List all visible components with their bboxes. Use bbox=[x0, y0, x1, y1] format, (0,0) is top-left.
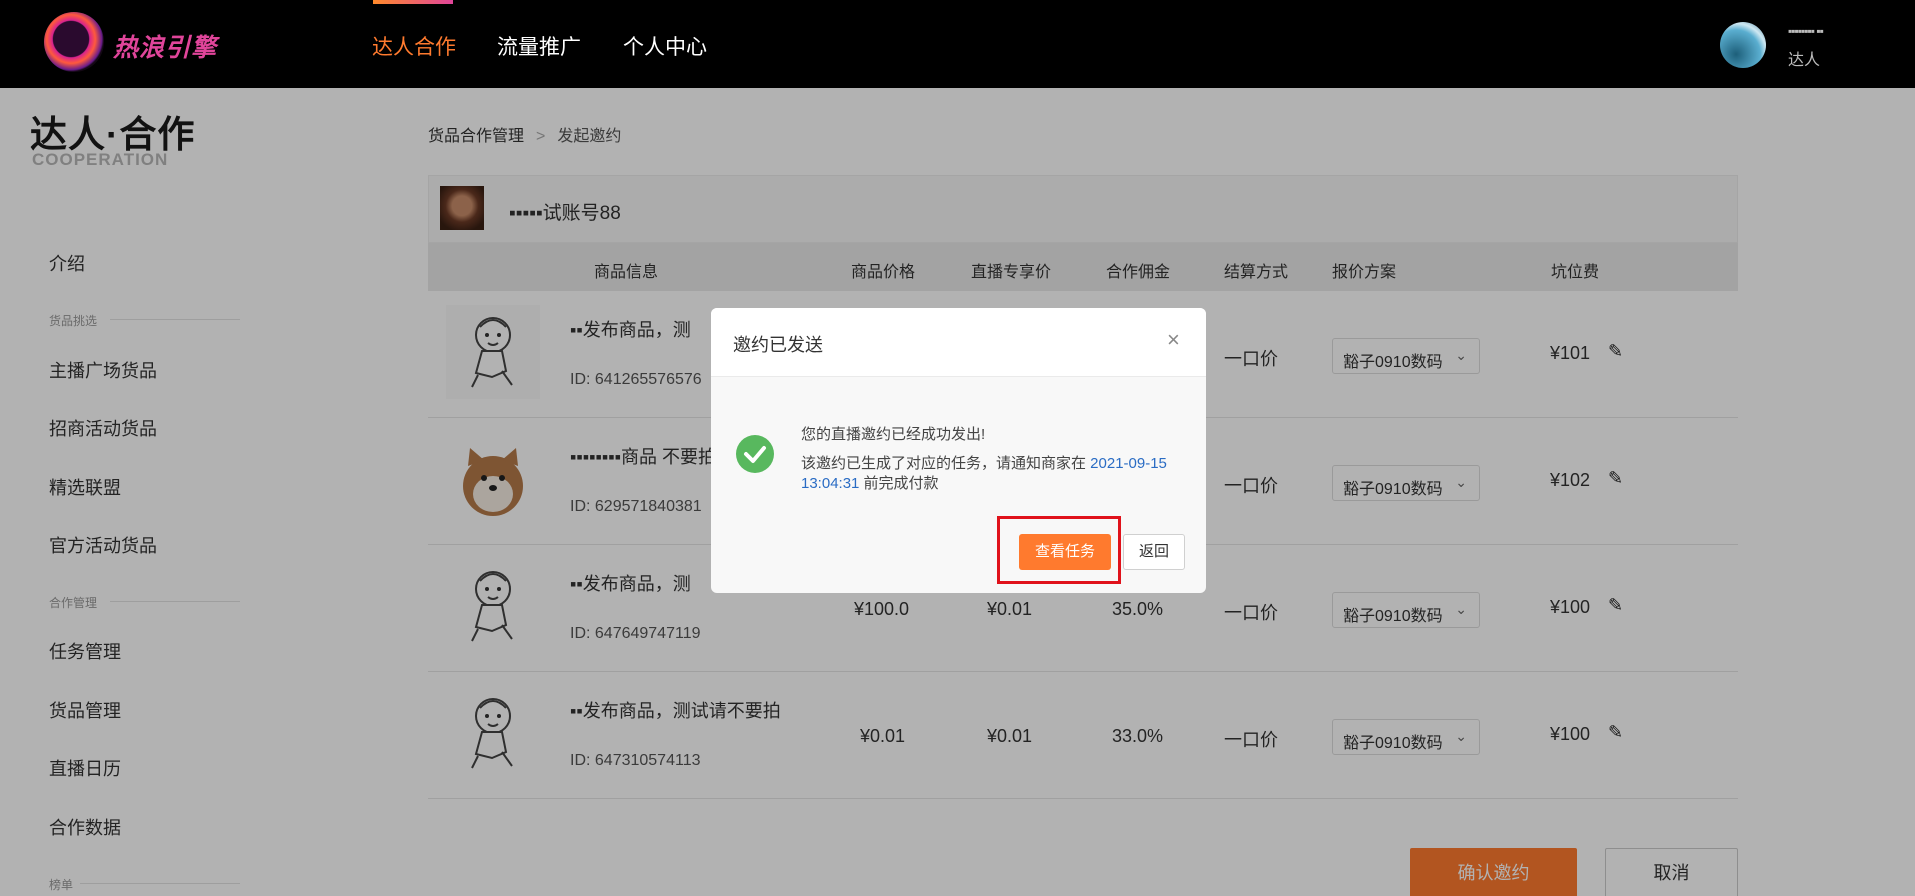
user-avatar[interactable] bbox=[1720, 22, 1766, 68]
success-check-icon bbox=[736, 435, 774, 473]
close-icon[interactable]: × bbox=[1167, 327, 1180, 353]
active-nav-indicator bbox=[373, 0, 453, 4]
annotation-highlight-box bbox=[997, 516, 1121, 584]
message-suffix: 前完成付款 bbox=[859, 475, 939, 492]
success-message: 您的直播邀约已经成功发出! bbox=[801, 426, 986, 443]
logo-icon[interactable] bbox=[44, 12, 104, 72]
dialog-title: 邀约已发送 bbox=[733, 335, 823, 355]
top-nav-bar: 热浪引擎 达人合作 流量推广 个人中心 ▪▪▪▪▪▪▪▪ ▪▪ 达人 bbox=[0, 0, 1915, 88]
payment-deadline-message: 该邀约已生成了对应的任务，请通知商家在 2021-09-15 13:04:31 … bbox=[801, 454, 1191, 494]
dialog-header: 邀约已发送 × bbox=[711, 308, 1206, 377]
nav-traffic-promotion[interactable]: 流量推广 bbox=[497, 31, 581, 61]
logo-text[interactable]: 热浪引擎 bbox=[113, 28, 217, 64]
user-name: ▪▪▪▪▪▪▪▪ ▪▪ bbox=[1788, 24, 1824, 38]
back-button[interactable]: 返回 bbox=[1123, 534, 1185, 570]
nav-personal-center[interactable]: 个人中心 bbox=[623, 31, 707, 61]
message-prefix: 该邀约已生成了对应的任务，请通知商家在 bbox=[801, 455, 1091, 472]
nav-talent-cooperation[interactable]: 达人合作 bbox=[372, 31, 456, 61]
invitation-sent-dialog: 邀约已发送 × 您的直播邀约已经成功发出! 该邀约已生成了对应的任务，请通知商家… bbox=[711, 308, 1206, 593]
user-role: 达人 bbox=[1788, 52, 1821, 69]
